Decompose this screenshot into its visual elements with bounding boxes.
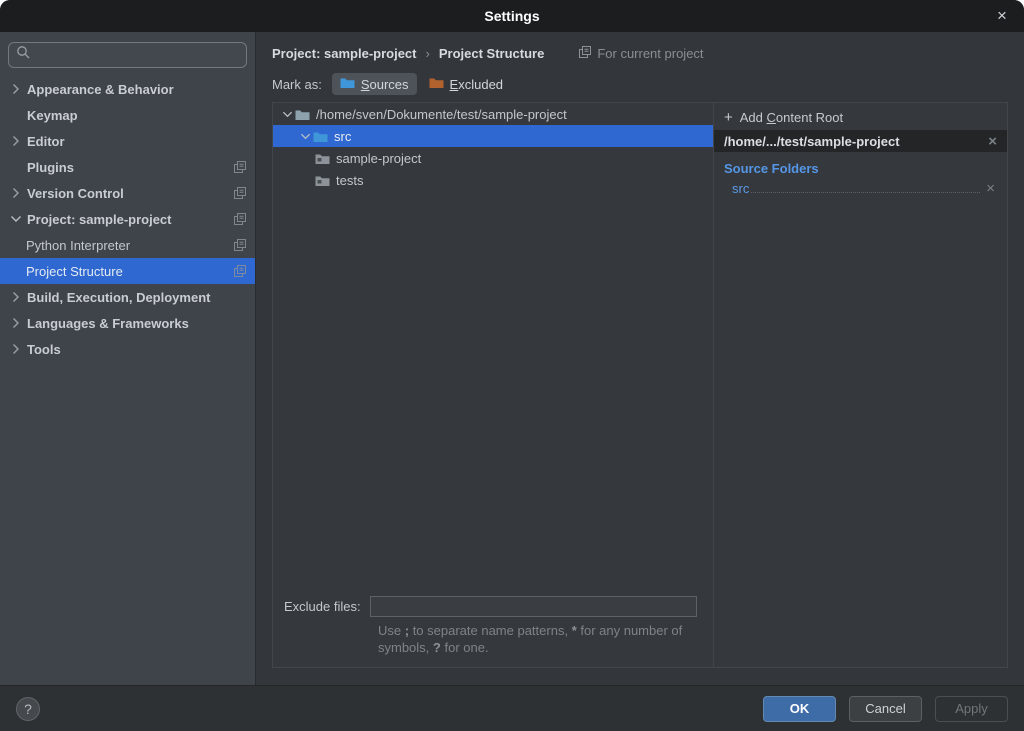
chevron-down-icon[interactable]: [10, 213, 27, 225]
remove-source-folder-icon[interactable]: ×: [986, 181, 995, 196]
sidebar-item-build-execution-deployment[interactable]: Build, Execution, Deployment: [0, 284, 255, 310]
tree-row-tests[interactable]: tests: [273, 169, 713, 191]
chevron-down-icon[interactable]: [279, 109, 295, 120]
folder-icon: [315, 152, 330, 165]
search-field[interactable]: [8, 42, 247, 68]
tree-row-src[interactable]: src: [273, 125, 713, 147]
tree-row-content-root[interactable]: /home/sven/Dokumente/test/sample-project: [273, 103, 713, 125]
per-project-settings-icon: [234, 161, 246, 173]
sidebar-item-project-structure[interactable]: Project Structure: [0, 258, 255, 284]
mark-excluded-button[interactable]: Excluded: [421, 73, 511, 95]
content-root-entry[interactable]: /home/.../test/sample-project ×: [714, 130, 1007, 152]
exclude-files-hint: Use ; to separate name patterns, * for a…: [378, 623, 723, 657]
source-folder-icon: [340, 76, 355, 92]
per-project-settings-icon: [234, 213, 246, 225]
for-current-project-icon: [579, 46, 591, 61]
sidebar-item-tools[interactable]: Tools: [0, 336, 255, 362]
scope-indicator: For current project: [579, 46, 703, 61]
chevron-right-icon[interactable]: [10, 291, 27, 303]
chevron-right-icon[interactable]: [10, 83, 27, 95]
sidebar-item-languages-frameworks[interactable]: Languages & Frameworks: [0, 310, 255, 336]
breadcrumb: Project: sample-project › Project Struct…: [256, 32, 1024, 65]
titlebar[interactable]: Settings ×: [0, 0, 1024, 32]
sidebar-item-appearance-behavior[interactable]: Appearance & Behavior: [0, 76, 255, 102]
chevron-down-icon[interactable]: [297, 131, 313, 142]
sidebar-item-project-sample-project[interactable]: Project: sample-project: [0, 206, 255, 232]
structure-panels: /home/sven/Dokumente/test/sample-project…: [272, 102, 1008, 668]
sidebar-item-version-control[interactable]: Version Control: [0, 180, 255, 206]
per-project-settings-icon: [234, 265, 246, 277]
exclude-files-section: Exclude files: Use ; to separate name pa…: [273, 596, 713, 667]
ok-button[interactable]: OK: [763, 696, 836, 722]
cancel-button[interactable]: Cancel: [849, 696, 922, 722]
mark-as-label: Mark as:: [272, 77, 322, 92]
settings-content: Project: sample-project › Project Struct…: [256, 32, 1024, 685]
per-project-settings-icon: [234, 239, 246, 251]
source-folder-entry[interactable]: src ×: [732, 181, 995, 196]
window-title: Settings: [484, 8, 539, 24]
breadcrumb-project: Project: sample-project: [272, 46, 417, 61]
remove-content-root-icon[interactable]: ×: [988, 134, 997, 149]
sidebar-item-python-interpreter[interactable]: Python Interpreter: [0, 232, 255, 258]
folder-icon: [315, 174, 330, 187]
settings-dialog: Settings × Appearance & Behavior Keymap: [0, 0, 1024, 731]
chevron-right-icon[interactable]: [10, 187, 27, 199]
exclude-files-input[interactable]: [370, 596, 697, 617]
search-icon: [16, 45, 31, 65]
settings-sidebar: Appearance & Behavior Keymap Editor Plug…: [0, 32, 256, 685]
sidebar-item-keymap[interactable]: Keymap: [0, 102, 255, 128]
help-button[interactable]: ?: [16, 697, 40, 721]
page-title: Project Structure: [439, 46, 544, 61]
sidebar-item-plugins[interactable]: Plugins: [0, 154, 255, 180]
close-icon[interactable]: ×: [988, 0, 1016, 32]
breadcrumb-separator: ›: [426, 46, 430, 61]
apply-button[interactable]: Apply: [935, 696, 1008, 722]
per-project-settings-icon: [234, 187, 246, 199]
chevron-right-icon[interactable]: [10, 135, 27, 147]
exclude-files-label: Exclude files:: [284, 599, 361, 614]
excluded-folder-icon: [429, 76, 444, 92]
mark-as-toolbar: Mark as: Sources Excluded: [256, 68, 1024, 100]
add-content-root-button[interactable]: + Add Content Root: [714, 105, 1007, 130]
source-folder-icon: [313, 130, 328, 143]
sidebar-item-editor[interactable]: Editor: [0, 128, 255, 154]
dialog-footer: ? OK Cancel Apply: [0, 685, 1024, 731]
source-folders-heading: Source Folders: [724, 161, 1007, 176]
content-roots-panel: + Add Content Root /home/.../test/sample…: [713, 103, 1007, 667]
settings-nav: Appearance & Behavior Keymap Editor Plug…: [0, 76, 255, 362]
tree-row-sample-project[interactable]: sample-project: [273, 147, 713, 169]
content-root-folder-icon: [295, 108, 310, 121]
plus-icon: +: [724, 110, 733, 125]
dotted-leader: [751, 192, 980, 193]
mark-sources-button[interactable]: Sources: [332, 73, 417, 95]
chevron-right-icon[interactable]: [10, 317, 27, 329]
chevron-right-icon[interactable]: [10, 343, 27, 355]
directory-tree: /home/sven/Dokumente/test/sample-project…: [273, 103, 713, 667]
